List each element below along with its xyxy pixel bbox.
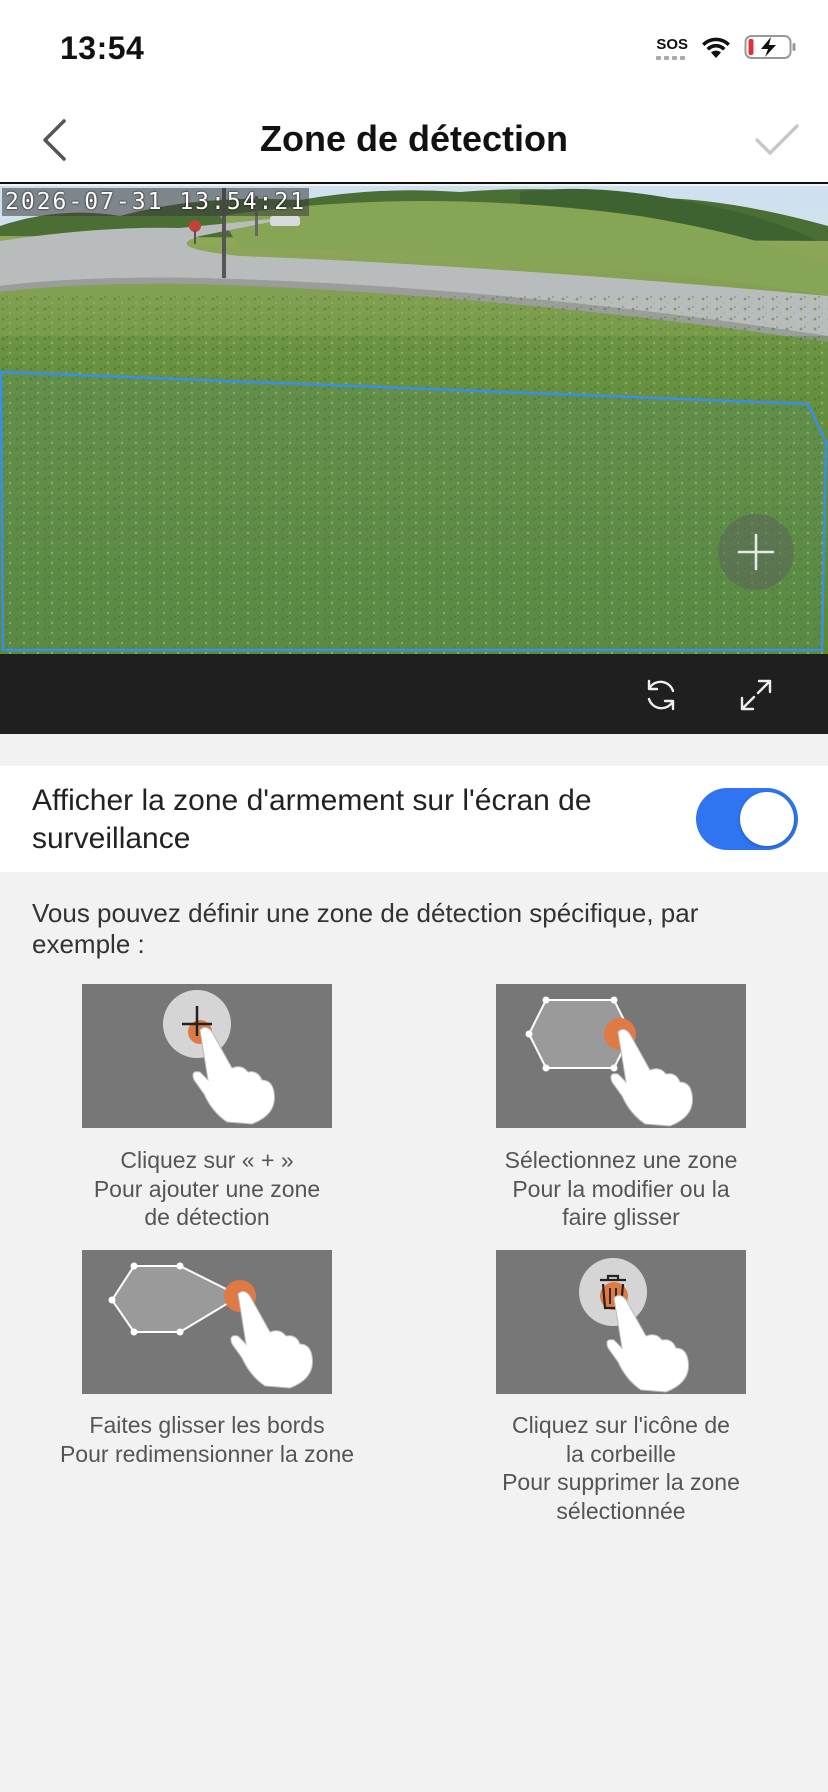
caption-line: Cliquez sur « + » (120, 1147, 294, 1173)
show-zone-setting: Afficher la zone d'armement sur l'écran … (0, 766, 828, 872)
toggle-knob (740, 792, 794, 846)
caption-line: Pour supprimer la zone (502, 1469, 740, 1495)
tutorial-delete-zone-caption: Cliquez sur l'icône de la corbeille Pour… (441, 1411, 801, 1525)
sos-label: SOS (656, 36, 688, 53)
fullscreen-button[interactable] (735, 674, 777, 716)
checkmark-icon (755, 124, 799, 155)
caption-line: de détection (144, 1204, 270, 1230)
status-icons: SOS (656, 34, 798, 60)
caption-line: Sélectionnez une zone (504, 1147, 738, 1173)
video-toolbar (0, 654, 828, 734)
caption-line: Pour redimensionner la zone (59, 1440, 355, 1467)
tutorial-delete-zone-image (496, 1250, 746, 1394)
video-timestamp: 2026-07-31 13:54:21 (2, 188, 310, 216)
confirm-button[interactable] (750, 114, 804, 166)
caption-line: la corbeille (566, 1440, 676, 1467)
wifi-icon (702, 37, 730, 58)
tutorial-resize-zone-caption: Faites glisser les bords Pour redimensio… (27, 1411, 387, 1468)
battery-charging-icon (744, 35, 796, 59)
expand-icon (740, 679, 772, 711)
nav-bar: Zone de détection (0, 96, 828, 184)
plus-icon (737, 533, 775, 571)
caption-line: faire glisser (562, 1204, 680, 1230)
show-zone-toggle[interactable] (696, 788, 798, 850)
status-time: 13:54 (60, 30, 145, 66)
camera-preview[interactable]: 2026-07-31 13:54:21 (0, 186, 828, 654)
show-zone-label: Afficher la zone d'armement sur l'écran … (32, 784, 592, 855)
tutorial-select-zone-image (496, 984, 746, 1128)
tutorial-select-zone-caption: Sélectionnez une zone Pour la modifier o… (441, 1146, 801, 1232)
tutorial-resize-zone-image (82, 1250, 332, 1394)
refresh-icon (647, 679, 675, 711)
page-title: Zone de détection (259, 118, 569, 159)
sos-indicator: SOS (656, 36, 688, 60)
caption-line: sélectionnée (556, 1497, 686, 1524)
caption-line: Pour ajouter une zone (93, 1175, 321, 1202)
caption-line: Faites glisser les bords (89, 1412, 325, 1438)
caption-line: Pour la modifier ou la (512, 1175, 730, 1202)
instruction-text: Vous pouvez définir une zone de détectio… (32, 898, 699, 959)
tutorial-add-zone-caption: Cliquez sur « + » Pour ajouter une zone … (27, 1146, 387, 1232)
add-zone-button[interactable] (718, 514, 794, 590)
tutorial-add-zone-image (82, 984, 332, 1128)
status-bar: 13:54 SOS (0, 0, 828, 96)
caption-line: Cliquez sur l'icône de (512, 1412, 730, 1438)
refresh-button[interactable] (640, 674, 682, 716)
camera-image (0, 186, 828, 654)
